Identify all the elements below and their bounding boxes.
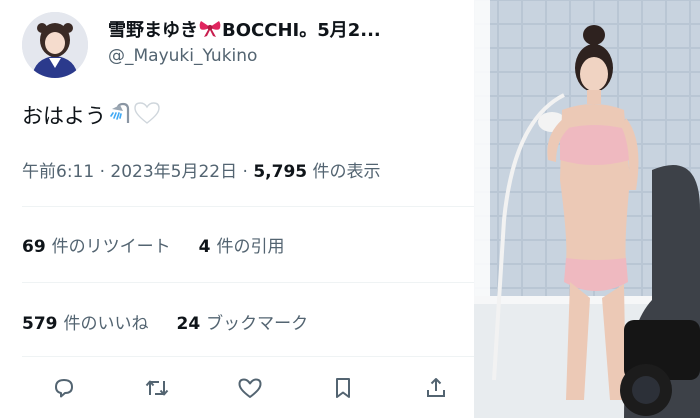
tweet-meta: 午前6:11 · 2023年5月22日 · 5,795 件の表示 (22, 157, 381, 182)
ribbon-icon (199, 20, 221, 43)
reply-icon (55, 379, 73, 398)
retweets-stat[interactable]: 69 件のリツイート (22, 232, 171, 257)
retweets-label: 件のリツイート (51, 237, 171, 257)
share-button[interactable] (418, 370, 454, 406)
tweet-photo[interactable] (474, 0, 700, 418)
likes-count: 579 (22, 314, 58, 334)
retweet-icon (145, 380, 169, 396)
bookmarks-label: ブックマーク (206, 314, 309, 334)
photo-image (474, 0, 700, 418)
tweet-time[interactable]: 午前6:11 (22, 162, 94, 182)
meta-separator: · (242, 162, 248, 182)
display-name[interactable]: 雪野まゆき BOCCHI。5月2... (108, 16, 448, 43)
views-label: 件の表示 (312, 162, 381, 182)
divider (22, 356, 474, 357)
tweet-text: おはよう (22, 100, 160, 130)
likes-stat[interactable]: 579 件のいいね (22, 309, 149, 334)
tweet-text-content: おはよう (22, 104, 106, 128)
avatar-image (22, 12, 88, 78)
bookmarks-count: 24 (176, 314, 201, 334)
shower-icon (108, 101, 132, 130)
display-name-text: 雪野まゆき (108, 20, 198, 41)
divider (22, 206, 474, 207)
meta-separator: · (99, 162, 105, 182)
avatar[interactable] (22, 12, 88, 78)
reply-button[interactable] (46, 370, 82, 406)
stats-row-2: 579 件のいいね 24 ブックマーク (22, 309, 308, 334)
tweet-card: 雪野まゆき BOCCHI。5月2... @_Mayuki_Yukino おはよう … (0, 0, 474, 418)
bookmarks-stat[interactable]: 24 ブックマーク (177, 309, 309, 334)
likes-label: 件のいいね (63, 314, 149, 334)
white-heart-icon (134, 101, 160, 130)
display-name-suffix: BOCCHI。5月2... (222, 20, 381, 41)
like-button[interactable] (232, 370, 268, 406)
share-icon (427, 378, 445, 397)
retweets-count: 69 (22, 237, 46, 257)
like-icon (238, 378, 262, 398)
quotes-label: 件の引用 (216, 237, 285, 257)
retweet-button[interactable] (139, 370, 175, 406)
quotes-stat[interactable]: 4 件の引用 (199, 232, 285, 257)
divider (22, 282, 474, 283)
tweet-date[interactable]: 2023年5月22日 (110, 162, 237, 182)
bookmark-button[interactable] (325, 370, 361, 406)
views-count: 5,795 (253, 162, 308, 182)
stats-row-1: 69 件のリツイート 4 件の引用 (22, 232, 285, 257)
bookmark-icon (336, 378, 350, 398)
user-handle[interactable]: @_Mayuki_Yukino (108, 46, 257, 66)
action-bar (22, 370, 474, 406)
quotes-count: 4 (198, 237, 211, 257)
